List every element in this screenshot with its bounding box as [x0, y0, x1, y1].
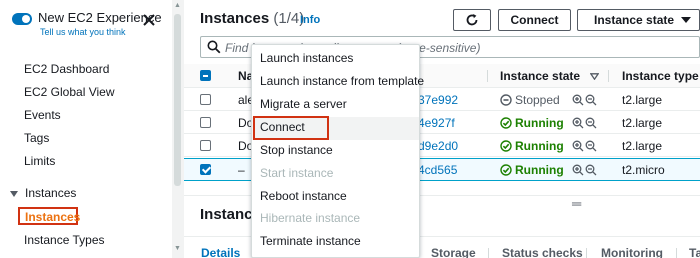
menu-item-hibernate-instance: Hibernate instance	[260, 211, 361, 225]
tab-tags[interactable]: Ta	[689, 246, 700, 258]
row-checkbox[interactable]	[200, 164, 211, 175]
column-header-instance-type[interactable]: Instance type	[622, 69, 699, 83]
instance-actions-menu: Launch instances Launch instance from te…	[251, 44, 424, 258]
zoom-out-icon[interactable]	[585, 164, 597, 176]
instance-state: Running	[500, 163, 564, 177]
tab-divider	[488, 248, 489, 258]
sidebar-item-tags[interactable]: Tags	[24, 131, 49, 145]
zoom-in-icon[interactable]	[572, 94, 584, 106]
menu-item-launch-instances[interactable]: Launch instances	[252, 48, 419, 71]
zoom-in-icon[interactable]	[572, 140, 584, 152]
sidebar-item-ec2-dashboard[interactable]: EC2 Dashboard	[24, 62, 109, 76]
running-icon	[500, 117, 512, 129]
sidebar: New EC2 Experience Tell us what you thin…	[0, 0, 172, 258]
instance-state: Running	[500, 139, 564, 153]
row-checkbox[interactable]	[200, 94, 211, 105]
instance-id-link[interactable]: 4e927f	[418, 116, 455, 130]
zoom-out-icon[interactable]	[585, 140, 597, 152]
row-checkbox[interactable]	[200, 140, 211, 151]
stopped-icon	[500, 94, 512, 106]
sidebar-section-label: Instances	[25, 186, 77, 200]
refresh-icon	[466, 14, 478, 26]
sidebar-item-instance-types[interactable]: Instance Types	[24, 233, 105, 247]
column-divider	[608, 70, 609, 82]
instance-type: t2.large	[622, 116, 663, 130]
menu-item-terminate-instance[interactable]: Terminate instance	[252, 231, 419, 254]
tab-divider	[586, 248, 587, 258]
sidebar-section-instances[interactable]: Instances	[10, 186, 76, 200]
instance-state-button[interactable]: Instance state	[577, 9, 700, 31]
instance-id-link[interactable]: 4cd565	[418, 163, 457, 177]
row-checkbox[interactable]	[200, 117, 211, 128]
instance-type: t2.micro	[622, 163, 665, 177]
search-icon	[207, 40, 221, 54]
zoom-in-icon[interactable]	[572, 164, 584, 176]
tab-status-checks[interactable]: Status checks	[502, 246, 583, 258]
page-title: Instances (1/4)	[200, 10, 304, 27]
tab-details[interactable]: Details	[201, 246, 240, 258]
instance-state-text: Running	[515, 116, 564, 130]
tab-monitoring[interactable]: Monitoring	[601, 246, 663, 258]
instance-type: t2.large	[622, 139, 663, 153]
tab-divider	[676, 248, 677, 258]
chevron-down-icon	[10, 190, 18, 197]
instance-state-text: Running	[515, 163, 564, 177]
zoom-in-icon[interactable]	[572, 117, 584, 129]
instance-state: Running	[500, 116, 564, 130]
instance-state-label: Instance state	[594, 13, 675, 27]
menu-item-launch-from-template[interactable]: Launch instance from template	[252, 71, 424, 94]
new-experience-toggle[interactable]	[12, 13, 32, 25]
tab-storage[interactable]: Storage	[431, 246, 476, 258]
instance-state-text: Running	[515, 139, 564, 153]
info-link[interactable]: Info	[300, 14, 320, 26]
instance-name: –	[238, 163, 245, 177]
connect-highlight-box	[253, 116, 329, 140]
close-icon[interactable]	[141, 12, 157, 28]
menu-item-migrate-server[interactable]: Migrate a server	[252, 94, 419, 117]
menu-item-reboot-instance[interactable]: Reboot instance	[252, 186, 419, 209]
running-icon	[500, 140, 512, 152]
instance-id-link[interactable]: d9e2d0	[418, 139, 458, 153]
instance-id-link[interactable]: 37e992	[418, 93, 458, 107]
column-divider	[487, 70, 488, 82]
scroll-down-icon[interactable]: ▼	[174, 245, 181, 252]
sidebar-item-instances[interactable]: Instances	[18, 207, 80, 225]
instance-state-text: Stopped	[515, 93, 560, 107]
refresh-button[interactable]	[453, 9, 491, 31]
instance-state: Stopped	[500, 93, 560, 107]
instance-type: t2.large	[622, 93, 663, 107]
sidebar-item-limits[interactable]: Limits	[24, 154, 55, 168]
menu-item-stop-instance[interactable]: Stop instance	[252, 140, 419, 163]
scroll-up-icon[interactable]: ▲	[174, 2, 181, 9]
select-all-checkbox[interactable]	[200, 70, 211, 81]
running-icon	[500, 164, 512, 176]
caret-down-icon	[681, 17, 692, 23]
column-header-instance-state[interactable]: Instance state	[500, 69, 580, 83]
resize-handle-icon[interactable]: ═	[572, 196, 581, 211]
sidebar-item-events[interactable]: Events	[24, 108, 61, 122]
zoom-out-icon[interactable]	[585, 94, 597, 106]
feedback-link[interactable]: Tell us what you think	[40, 27, 126, 37]
connect-button[interactable]: Connect	[498, 9, 571, 31]
menu-item-start-instance: Start instance	[260, 166, 334, 180]
page-title-text: Instances	[200, 10, 270, 27]
zoom-out-icon[interactable]	[585, 117, 597, 129]
scrollbar-thumb[interactable]	[174, 14, 181, 186]
sidebar-item-ec2-global-view[interactable]: EC2 Global View	[24, 85, 115, 99]
sort-down-icon[interactable]	[590, 73, 599, 80]
